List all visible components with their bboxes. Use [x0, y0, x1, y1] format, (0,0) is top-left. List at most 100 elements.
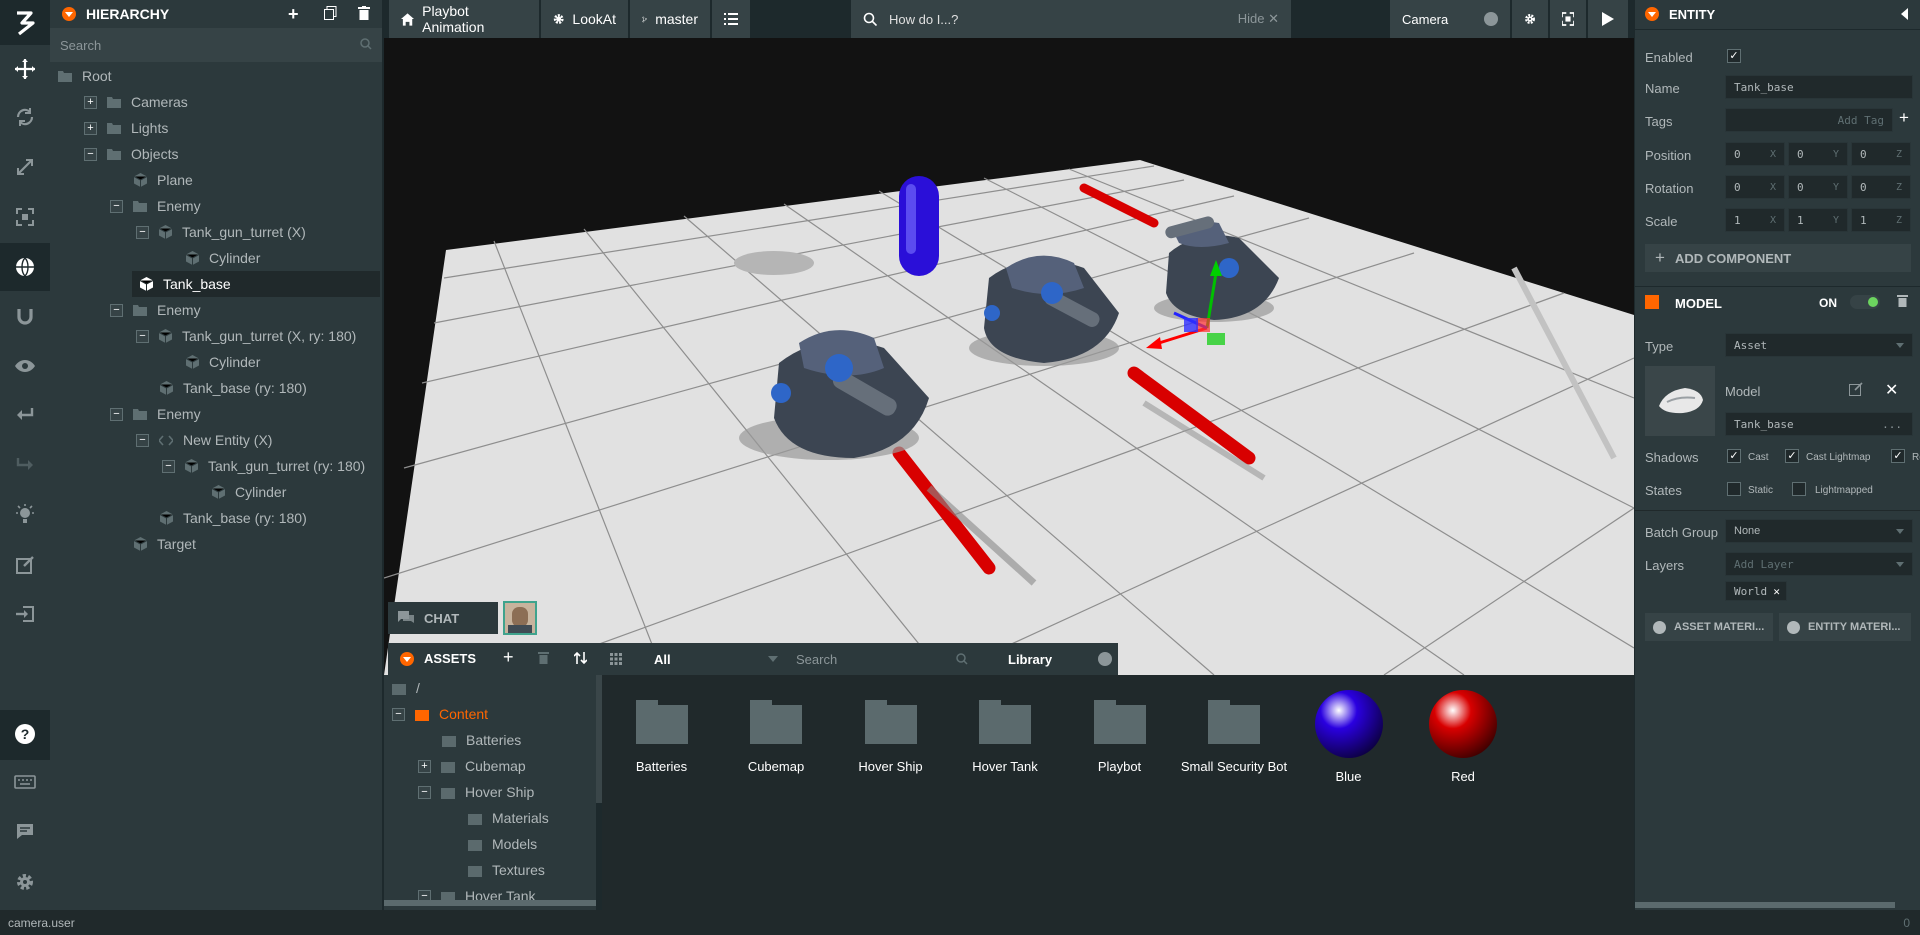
tree-item[interactable]: − Enemy [110, 193, 201, 219]
undo-icon[interactable] [0, 391, 50, 439]
scene-button[interactable]: LookAt [541, 0, 628, 38]
entity-materials-button[interactable]: ENTITY MATERI... [1779, 613, 1911, 641]
asset-material[interactable]: Red [1406, 690, 1521, 784]
tree-item[interactable]: Cylinder [162, 245, 260, 271]
asset-tree-item[interactable]: − Content [392, 701, 488, 727]
cast-checkbox[interactable] [1727, 449, 1741, 463]
camera-select[interactable]: Camera [1390, 0, 1510, 38]
help-search-bar[interactable]: How do I...? Hide ✕ [851, 0, 1291, 38]
position-z-field[interactable]: 0Z [1851, 142, 1911, 166]
edit-icon[interactable] [1849, 382, 1863, 399]
magnet-icon[interactable] [0, 292, 50, 340]
collapse-icon[interactable] [1645, 7, 1659, 21]
list-icon[interactable] [712, 0, 750, 38]
tree-item[interactable]: − Tank_gun_turret (X, ry: 180) [136, 323, 356, 349]
hierarchy-search-input[interactable]: Search [60, 38, 101, 53]
tree-item[interactable]: Tank_base (ry: 180) [136, 505, 307, 531]
static-checkbox[interactable] [1727, 482, 1741, 496]
rotation-x-field[interactable]: 0X [1725, 175, 1785, 199]
asset-tree-hscrollbar[interactable] [384, 900, 596, 906]
add-entity-icon[interactable]: + [288, 4, 299, 25]
asset-folder[interactable]: Hover Tank [948, 700, 1063, 774]
settings-button[interactable] [1512, 0, 1548, 38]
collapse-icon[interactable]: − [136, 433, 149, 447]
rotation-z-field[interactable]: 0Z [1851, 175, 1911, 199]
rotate-icon[interactable] [0, 93, 50, 141]
eye-icon[interactable] [0, 342, 50, 390]
position-y-field[interactable]: 0Y [1788, 142, 1848, 166]
expand-icon[interactable]: + [418, 759, 431, 773]
tags-field[interactable]: Add Tag [1725, 108, 1893, 132]
asset-tree-item[interactable]: − Hover Ship [418, 779, 534, 805]
rotation-y-field[interactable]: 0Y [1788, 175, 1848, 199]
add-tag-icon[interactable]: + [1899, 108, 1909, 128]
keyboard-icon[interactable] [0, 758, 50, 806]
edit-icon[interactable] [0, 541, 50, 589]
collapse-icon[interactable] [400, 652, 414, 666]
collapse-icon[interactable]: − [418, 785, 431, 799]
expand-icon[interactable]: + [84, 121, 97, 135]
asset-folder[interactable]: Playbot [1062, 700, 1177, 774]
model-thumbnail[interactable] [1645, 366, 1715, 436]
asset-search[interactable]: Search [788, 643, 978, 675]
light-icon[interactable] [0, 491, 50, 539]
scale-x-field[interactable]: 1X [1725, 208, 1785, 232]
close-icon[interactable]: ✕ [1885, 380, 1898, 400]
asset-folder[interactable]: Hover Ship [833, 700, 948, 774]
asset-tree-item[interactable]: Models [444, 831, 537, 857]
world-icon[interactable] [0, 243, 50, 291]
add-asset-icon[interactable]: + [503, 647, 514, 668]
redo-icon[interactable] [0, 441, 50, 489]
collapse-icon[interactable]: − [84, 147, 97, 161]
batch-group-select[interactable]: None [1725, 519, 1913, 543]
resize-icon[interactable] [0, 193, 50, 241]
name-field[interactable]: Tank_base [1725, 75, 1913, 99]
close-icon[interactable]: ✕ [1773, 585, 1780, 598]
tree-item[interactable]: + Cameras [84, 89, 188, 115]
enabled-checkbox[interactable] [1727, 49, 1741, 63]
duplicate-icon[interactable] [324, 6, 337, 23]
asset-tree-item[interactable]: Textures [444, 857, 545, 883]
tree-item[interactable]: Target [110, 531, 196, 557]
chat-icon[interactable] [0, 808, 50, 856]
help-icon[interactable]: ? [0, 710, 50, 760]
tree-item[interactable]: Cylinder [162, 349, 260, 375]
collapse-icon[interactable] [62, 7, 76, 21]
hide-button[interactable]: Hide ✕ [1238, 11, 1279, 27]
collapse-icon[interactable]: − [110, 407, 123, 421]
model-more-icon[interactable]: ... [1882, 418, 1902, 431]
tree-item[interactable]: Plane [110, 167, 193, 193]
asset-search-input[interactable]: Search [796, 652, 837, 667]
collapse-icon[interactable]: − [110, 303, 123, 317]
collapse-panel-icon[interactable] [1901, 8, 1908, 20]
settings-icon[interactable] [0, 858, 50, 906]
add-component-button[interactable]: + ADD COMPONENT [1645, 244, 1911, 272]
asset-tree-item[interactable]: + Cubemap [418, 753, 526, 779]
scale-z-field[interactable]: 1Z [1851, 208, 1911, 232]
delete-icon[interactable] [538, 651, 549, 667]
fullscreen-icon[interactable] [1550, 0, 1586, 38]
scene-render[interactable] [384, 38, 1634, 675]
collapse-icon[interactable]: − [136, 329, 149, 343]
publish-icon[interactable] [0, 590, 50, 638]
branch-button[interactable]: master [630, 0, 710, 38]
help-search-input[interactable]: How do I...? [889, 12, 958, 27]
asset-tree-item[interactable]: / [392, 675, 420, 701]
asset-folder[interactable]: Small Security Bot [1177, 700, 1292, 774]
project-button[interactable]: Playbot Animation [389, 0, 539, 38]
scale-y-field[interactable]: 1Y [1788, 208, 1848, 232]
collapse-icon[interactable]: − [136, 225, 149, 239]
chat-tab[interactable]: CHAT [388, 602, 498, 634]
asset-folder[interactable]: Batteries [604, 700, 719, 774]
tree-item[interactable]: Tank_base [132, 271, 380, 297]
lightmapped-checkbox[interactable] [1792, 482, 1806, 496]
grid-view-icon[interactable] [610, 652, 622, 668]
asset-materials-button[interactable]: ASSET MATERI... [1645, 613, 1773, 641]
scale-icon[interactable] [0, 143, 50, 191]
hierarchy-search[interactable]: Search [50, 28, 382, 62]
expand-icon[interactable]: + [84, 95, 97, 109]
tree-item[interactable]: − Objects [84, 141, 178, 167]
asset-tree-item[interactable]: Materials [444, 805, 549, 831]
scene-viewport[interactable] [384, 38, 1634, 675]
position-x-field[interactable]: 0X [1725, 142, 1785, 166]
